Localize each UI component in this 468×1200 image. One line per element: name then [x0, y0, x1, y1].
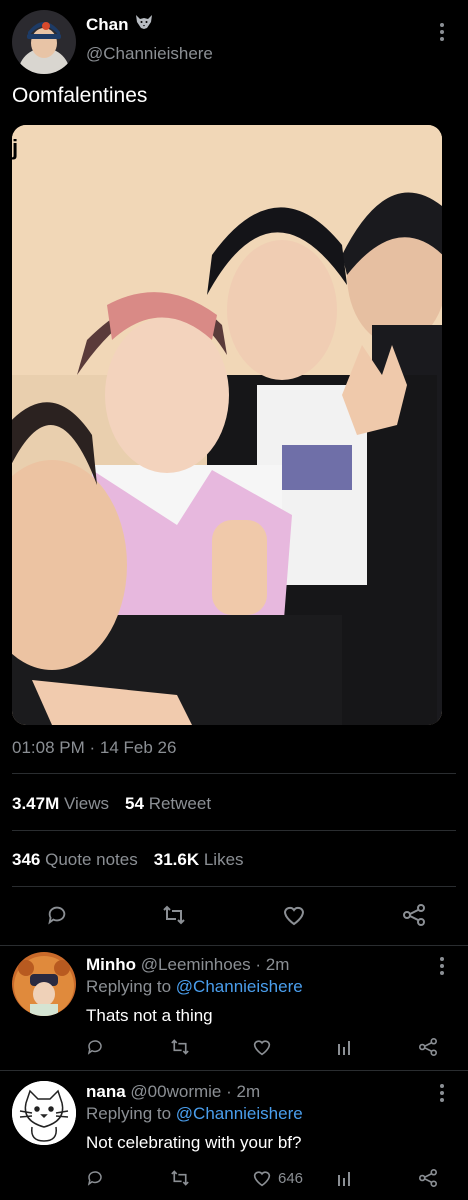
tweet-header: Chan @Channieishere: [0, 0, 468, 80]
mention-link[interactable]: @Channieishere: [176, 1104, 303, 1123]
avatar[interactable]: [12, 10, 76, 74]
reply-text: Not celebrating with your bf?: [86, 1133, 302, 1152]
display-name[interactable]: nana: [86, 1082, 126, 1101]
like-icon[interactable]: [282, 904, 306, 926]
share-icon[interactable]: [402, 904, 426, 926]
retweet-icon[interactable]: [170, 1169, 190, 1187]
retweets-stat[interactable]: 54 Retweet: [125, 794, 211, 814]
retweet-icon[interactable]: [162, 904, 186, 926]
reply-icon[interactable]: [86, 1169, 104, 1187]
avatar[interactable]: [12, 1081, 76, 1145]
tweet-action-bar: [0, 896, 468, 936]
reply-action-bar: 646: [0, 1169, 468, 1197]
mention-link[interactable]: @Channieishere: [176, 977, 303, 996]
handle[interactable]: @Leeminhoes: [141, 955, 251, 974]
avatar[interactable]: [12, 952, 76, 1016]
divider: [12, 886, 456, 887]
like-count: 646: [278, 1169, 304, 1187]
retweet-icon[interactable]: [170, 1038, 190, 1056]
wolf-icon: [135, 14, 153, 35]
share-icon[interactable]: [418, 1038, 438, 1056]
more-options-icon[interactable]: [432, 954, 452, 978]
divider: [12, 773, 456, 774]
reply-action-bar: [0, 1038, 468, 1066]
reply-item[interactable]: Minho @Leeminhoes · 2m Replying to @Chan…: [0, 946, 468, 1070]
reply-icon[interactable]: [86, 1038, 104, 1056]
quotes-stat[interactable]: 346 Quote notes: [12, 850, 138, 870]
reply-item[interactable]: nana @00wormie · 2m Replying to @Channie…: [0, 1071, 468, 1195]
views-stat[interactable]: 3.47M Views: [12, 794, 109, 814]
likes-stat[interactable]: 31.6K Likes: [154, 850, 244, 870]
handle[interactable]: @00wormie: [130, 1082, 221, 1101]
like-icon[interactable]: [252, 1038, 278, 1056]
reply-header: Minho @Leeminhoes · 2m: [86, 955, 289, 975]
handle[interactable]: @Channieishere: [86, 44, 213, 64]
more-options-icon[interactable]: [432, 1081, 452, 1105]
like-icon[interactable]: 646: [252, 1169, 303, 1187]
display-name[interactable]: Minho: [86, 955, 136, 974]
replying-to: Replying to @Channieishere: [86, 977, 303, 996]
tweet-text: Oomfalentines: [12, 84, 148, 107]
tweet-timestamp: 01:08 PM · 14 Feb 26: [12, 738, 177, 757]
analytics-icon[interactable]: [336, 1169, 354, 1187]
reply-time: · 2m: [255, 955, 290, 974]
replying-to: Replying to @Channieishere: [86, 1104, 303, 1123]
engagement-stats-row-2: 346 Quote notes 31.6K Likes: [12, 850, 244, 870]
display-name[interactable]: Chan: [86, 14, 153, 35]
more-options-icon[interactable]: [432, 20, 452, 44]
share-icon[interactable]: [418, 1169, 438, 1187]
analytics-icon[interactable]: [336, 1038, 354, 1056]
reply-time: · 2m: [226, 1082, 261, 1101]
tweet-photo[interactable]: j: [12, 125, 442, 725]
engagement-stats-row-1: 3.47M Views 54 Retweet: [12, 794, 211, 814]
reply-text: Thats not a thing: [86, 1006, 213, 1025]
photo-corner-letter: j: [12, 135, 18, 160]
reply-icon[interactable]: [46, 904, 68, 926]
divider: [12, 830, 456, 831]
reply-header: nana @00wormie · 2m: [86, 1082, 260, 1102]
